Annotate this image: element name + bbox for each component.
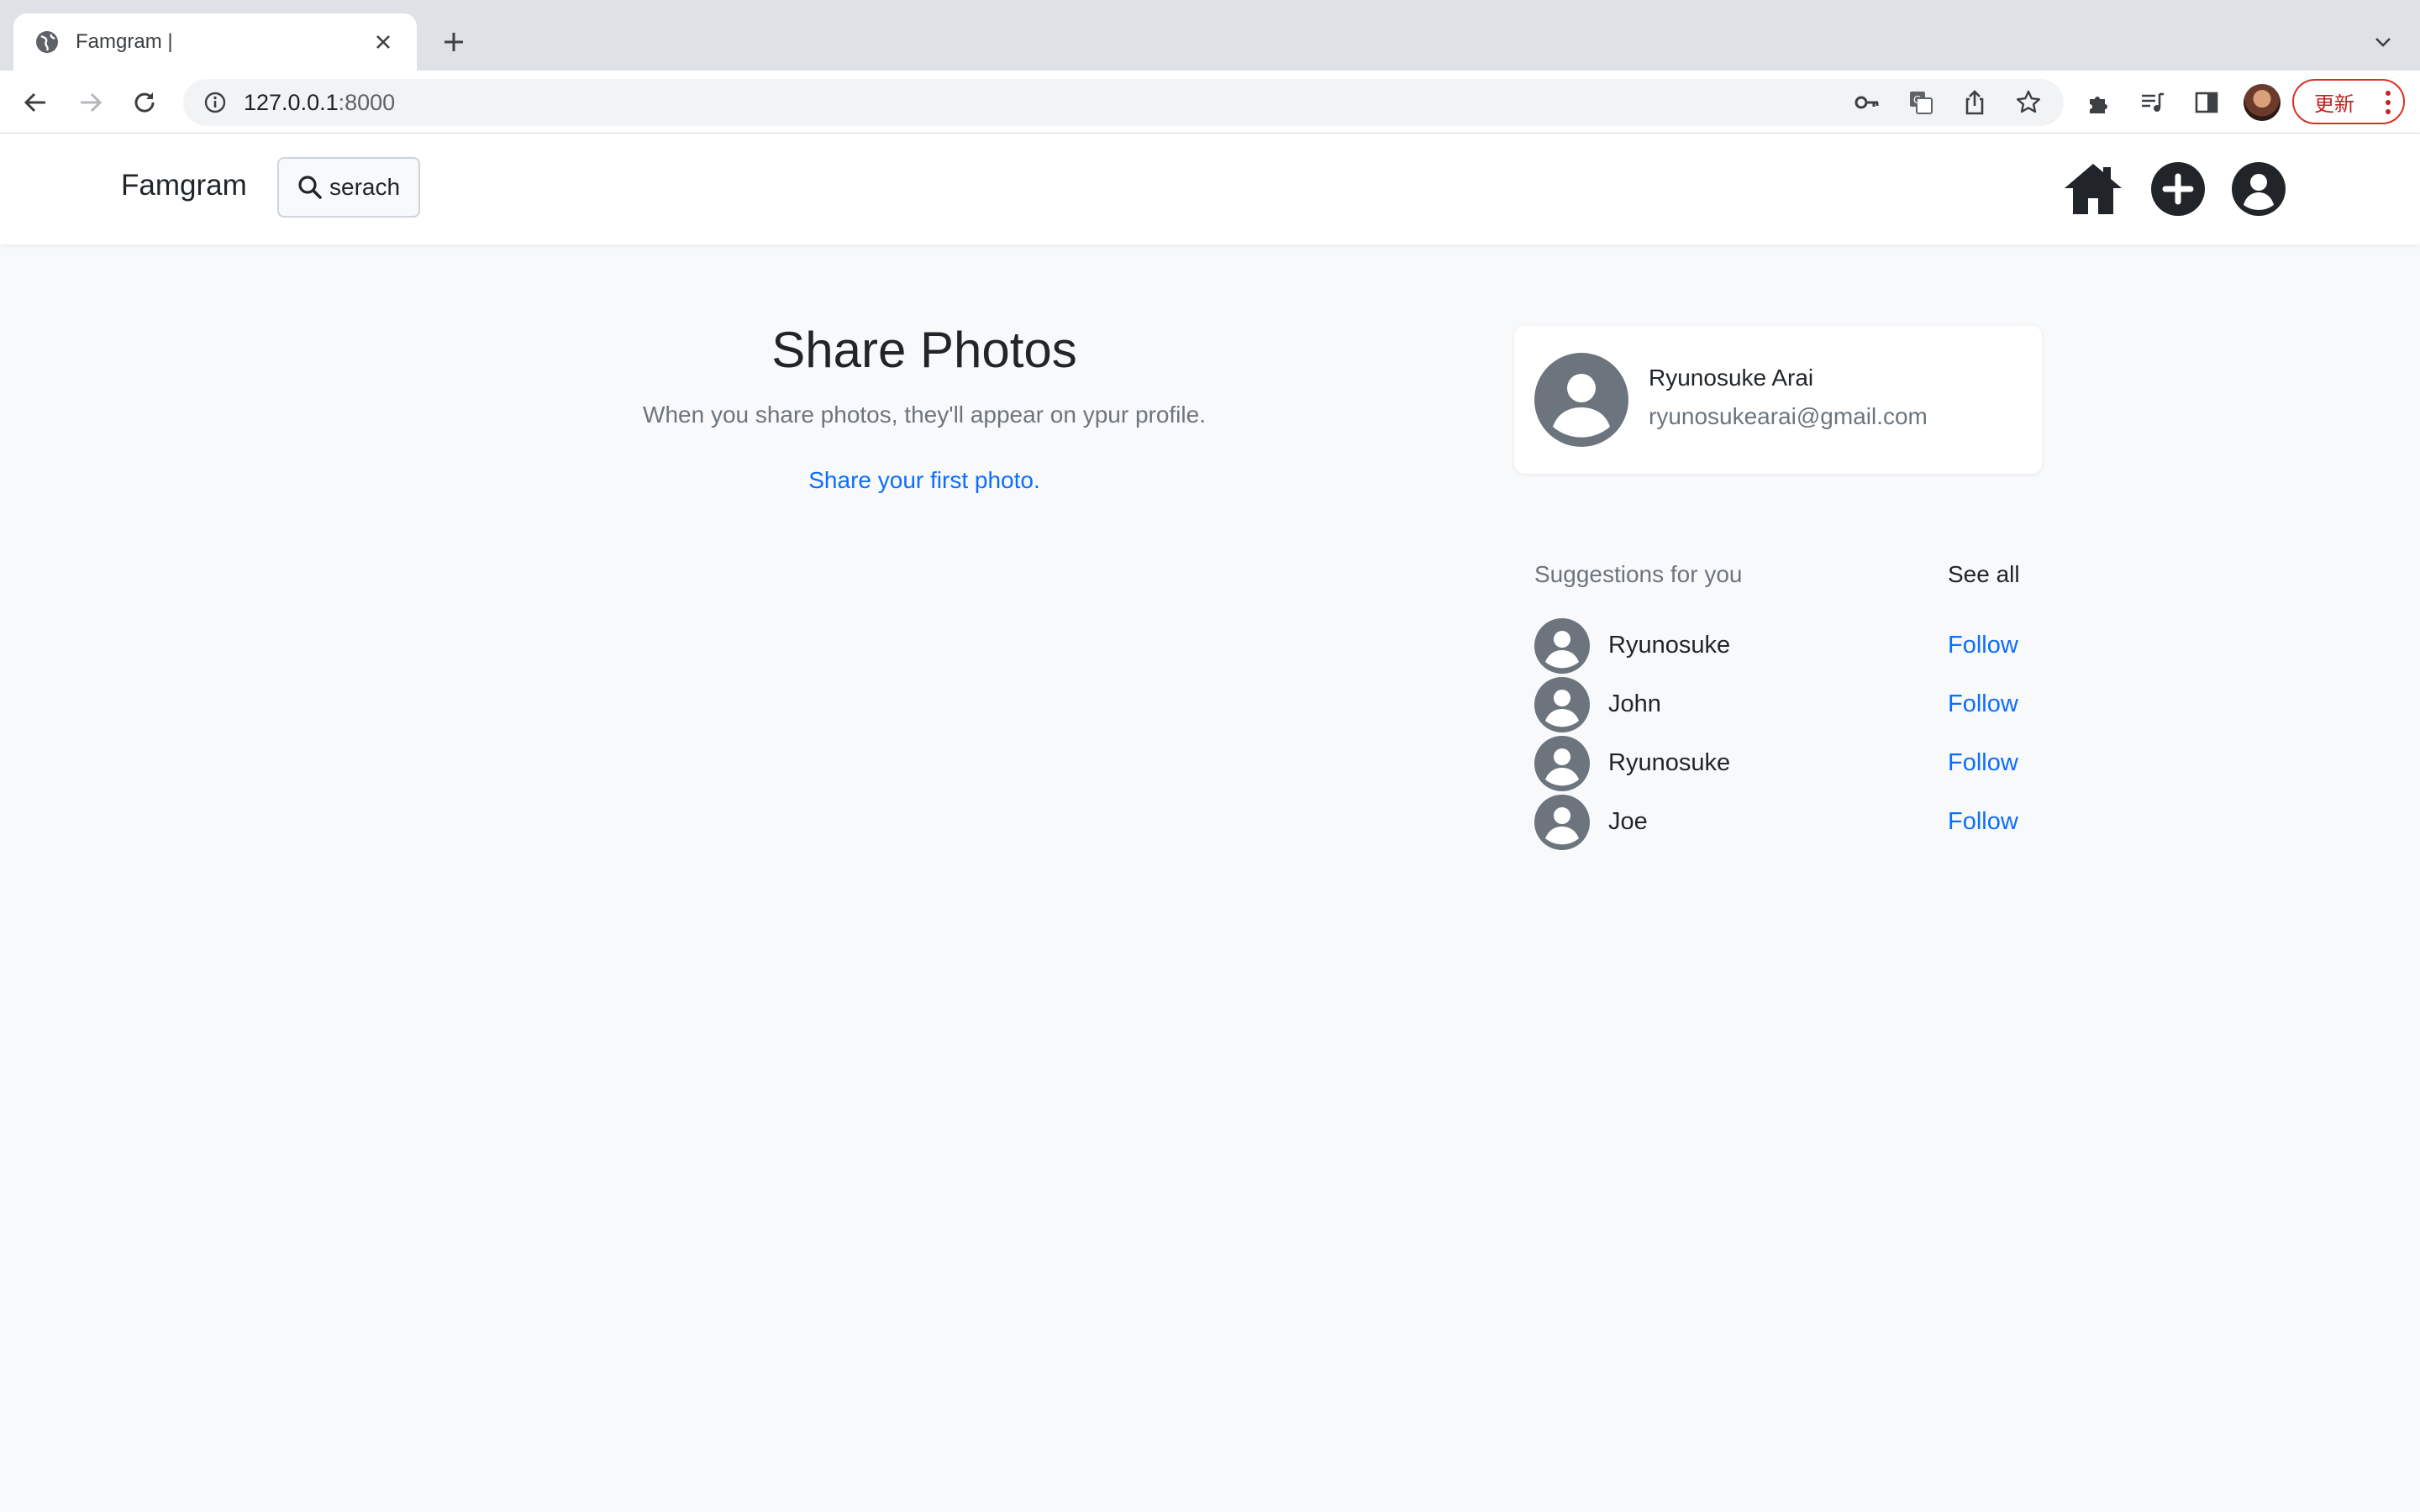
follow-button[interactable]: Follow <box>1948 808 2018 836</box>
address-bar[interactable]: 127.0.0.1:8000 G <box>183 79 2064 126</box>
tab-title: Famgram | <box>76 30 173 53</box>
back-icon[interactable] <box>18 86 52 119</box>
site-navbar: Famgram serach <box>0 134 2420 244</box>
chevron-down-icon[interactable] <box>2370 25 2396 59</box>
browser-update-button[interactable]: 更新 <box>2292 79 2405 124</box>
search-icon <box>298 176 322 199</box>
browser-tab[interactable]: Famgram | <box>13 13 417 71</box>
profile-card[interactable]: Ryunosuke Arai ryunosukearai@gmail.com <box>1514 326 2042 474</box>
add-circle-icon[interactable] <box>2148 159 2208 219</box>
plus-icon[interactable] <box>437 25 471 59</box>
browser-tabstrip: Famgram | <box>0 0 2420 71</box>
follow-button[interactable]: Follow <box>1948 632 2018 659</box>
person-avatar-icon <box>1534 736 1590 791</box>
svg-text:G: G <box>1913 94 1921 106</box>
person-avatar-icon <box>1534 353 1628 447</box>
media-icon[interactable] <box>2136 86 2170 119</box>
star-icon[interactable] <box>2012 86 2045 119</box>
browser-profile-avatar[interactable] <box>2244 84 2281 121</box>
brand-logo-text[interactable]: Famgram <box>121 169 247 202</box>
follow-button[interactable]: Follow <box>1948 690 2018 718</box>
search-button[interactable]: serach <box>277 157 420 218</box>
browser-toolbar: 127.0.0.1:8000 G 更新 <box>0 71 2420 134</box>
url-host: 127.0.0.1 <box>244 89 339 115</box>
update-label: 更新 <box>2314 92 2354 116</box>
home-icon[interactable] <box>2063 159 2123 219</box>
suggestion-item: Ryunosuke Follow <box>1534 618 2022 674</box>
reload-icon[interactable] <box>128 86 161 119</box>
puzzle-icon[interactable] <box>2082 86 2116 119</box>
info-icon[interactable] <box>202 89 229 116</box>
sidepanel-icon[interactable] <box>2190 86 2223 119</box>
account-icon[interactable] <box>2228 159 2289 219</box>
share-photos-title: Share Photos <box>771 322 1077 378</box>
suggestion-username[interactable]: Ryunosuke <box>1608 749 1730 777</box>
person-avatar-icon <box>1534 795 1590 850</box>
close-icon[interactable] <box>370 29 397 55</box>
key-icon[interactable] <box>1850 86 1884 119</box>
translate-icon[interactable]: G <box>1904 86 1938 119</box>
follow-button[interactable]: Follow <box>1948 749 2018 777</box>
person-avatar-icon <box>1534 677 1590 732</box>
suggestions-heading: Suggestions for you <box>1534 561 1743 587</box>
see-all-link[interactable]: See all <box>1948 561 2020 588</box>
search-label: serach <box>329 174 401 200</box>
globe-icon <box>34 29 60 55</box>
suggestion-username[interactable]: Joe <box>1608 808 1648 836</box>
suggestion-item: Ryunosuke Follow <box>1534 736 2022 791</box>
suggestion-item: John Follow <box>1534 677 2022 732</box>
share-photos-subtitle: When you share photos, they'll appear on… <box>643 402 1206 428</box>
suggestion-username[interactable]: Ryunosuke <box>1608 632 1730 659</box>
profile-name: Ryunosuke Arai <box>1649 365 1814 391</box>
url-port: :8000 <box>338 89 396 115</box>
person-avatar-icon <box>1534 618 1590 674</box>
share-icon[interactable] <box>1958 86 1991 119</box>
url-text: 127.0.0.1:8000 <box>244 90 1830 116</box>
share-first-photo-link[interactable]: Share your first photo. <box>588 467 1260 494</box>
profile-email: ryunosukearai@gmail.com <box>1649 403 1928 429</box>
suggestion-username[interactable]: John <box>1608 690 1661 718</box>
suggestion-item: Joe Follow <box>1534 795 2022 850</box>
menu-dots-icon <box>2385 89 2391 122</box>
forward-icon[interactable] <box>74 86 108 119</box>
